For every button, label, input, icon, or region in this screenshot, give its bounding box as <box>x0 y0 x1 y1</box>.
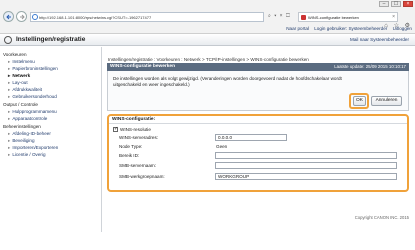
address-url: http://192.168.1.101:8000/rps/netwins.cg… <box>39 15 152 20</box>
smb-workgroup-input[interactable]: WORKGROUP <box>215 173 397 180</box>
ok-button[interactable]: OK <box>353 96 366 106</box>
minimize-button[interactable]: – <box>379 1 389 7</box>
panel-title: WINS-configuratie bewerken <box>110 64 176 69</box>
scope-id-input[interactable] <box>215 152 397 159</box>
copyright-footer: Copyright CANON INC. 2015 <box>354 215 409 220</box>
tab-title: WINS-configuratie bewerken <box>308 15 359 20</box>
smb-server-input[interactable] <box>215 162 397 169</box>
address-bar-icons[interactable]: ⌕ ▾ × ☐ <box>268 13 291 19</box>
back-arrow-icon <box>6 14 11 20</box>
sidebar-section-preferences: Voorkeuren <box>3 52 27 57</box>
sidebar: Voorkeuren Instelmenu Papierbroninstelli… <box>0 47 102 247</box>
sidebar-item-utility-menu[interactable]: Hulpprogrammamenu <box>8 109 56 115</box>
page-title: Instellingen/registratie <box>16 36 86 43</box>
cancel-button[interactable]: Annuleren <box>371 96 402 106</box>
last-update-text: Laatste update: 25/09 2015 10:10:17 <box>334 64 406 69</box>
sidebar-section-output: Output / Controle <box>3 102 38 107</box>
settings-gear-icon <box>4 36 12 44</box>
back-button[interactable] <box>3 11 14 22</box>
browser-chrome: – ☐ × http://192.168.1.101:8000/rps/netw… <box>0 0 415 34</box>
login-user-link[interactable]: Login gebruiker: Systeembeheerder <box>314 26 387 31</box>
wins-resolution-checkbox[interactable] <box>113 126 118 133</box>
wins-section-title: WINS-configuratie: <box>109 116 407 124</box>
smb-workgroup-label: SMB-werkgroepnaam: <box>119 174 165 179</box>
sidebar-item-user-maintenance[interactable]: Gebruikersonderhoud <box>8 94 56 100</box>
info-message: De instellingen worden als volgt gewijzi… <box>113 76 342 87</box>
tab-favicon-icon <box>301 15 306 20</box>
node-type-label: Node Type: <box>119 144 143 149</box>
page-header: Instellingen/registratie Mail naar Syste… <box>0 34 415 46</box>
sidebar-item-instelmenu[interactable]: Instelmenu <box>8 59 34 65</box>
page-bottom-area <box>0 232 415 250</box>
logout-link[interactable]: Uitloggen <box>393 26 412 31</box>
sidebar-item-import-export[interactable]: Importeren/Exporteren <box>8 145 58 151</box>
mail-admin-link[interactable]: Mail naar Systeembeheerder <box>350 35 409 45</box>
node-type-value: Geen <box>216 144 228 149</box>
forward-arrow-icon <box>20 14 25 20</box>
wins-resolution-label: WINS-resolutie <box>120 127 151 132</box>
close-window-button[interactable]: × <box>403 1 413 7</box>
scope-id-label: Bereik ID: <box>119 153 140 158</box>
portal-link[interactable]: Naar portal <box>286 26 309 31</box>
window-controls: – ☐ × <box>379 1 413 7</box>
sidebar-item-network[interactable]: Netwerk <box>8 73 30 79</box>
sidebar-item-department-id[interactable]: Afdeling-ID-beheer <box>8 131 51 137</box>
maximize-button[interactable]: ☐ <box>391 1 401 7</box>
sidebar-section-management: Beheerinstellingen <box>3 124 41 129</box>
sidebar-item-paper-source[interactable]: Papierbroninstellingen <box>8 66 57 72</box>
sidebar-item-license[interactable]: Licentie / Overig <box>8 152 45 158</box>
sidebar-item-security[interactable]: Beveiliging <box>8 138 34 144</box>
sidebar-item-print-quality[interactable]: Afdrukkwaliteit <box>8 87 42 93</box>
panel-header: WINS-configuratie bewerken Laatste updat… <box>107 63 409 71</box>
header-links: Naar portal Login gebruiker: Systeembehe… <box>212 26 412 33</box>
forward-button[interactable] <box>16 11 27 22</box>
tab-close-icon[interactable]: × <box>392 13 395 21</box>
address-bar[interactable]: http://192.168.1.101:8000/rps/netwins.cg… <box>30 12 264 22</box>
smb-server-label: SMB-servernaam: <box>119 163 157 168</box>
sidebar-item-device-control[interactable]: Apparaatcontrole <box>8 116 47 122</box>
breadcrumb: Instellingen/registratie : Voorkeuren : … <box>108 57 309 62</box>
wins-server-label: WINS-serveradres: <box>119 135 159 140</box>
sidebar-item-layout[interactable]: Lay-out <box>8 80 27 86</box>
wins-resolution-row: WINS-resolutie <box>113 126 151 133</box>
wins-server-input[interactable]: 0.0.0.0 <box>215 134 287 141</box>
page-icon <box>32 14 38 20</box>
navigation-bar: http://192.168.1.101:8000/rps/netwins.cg… <box>0 10 415 29</box>
browser-tab[interactable]: WINS-configuratie bewerken × <box>298 12 398 22</box>
